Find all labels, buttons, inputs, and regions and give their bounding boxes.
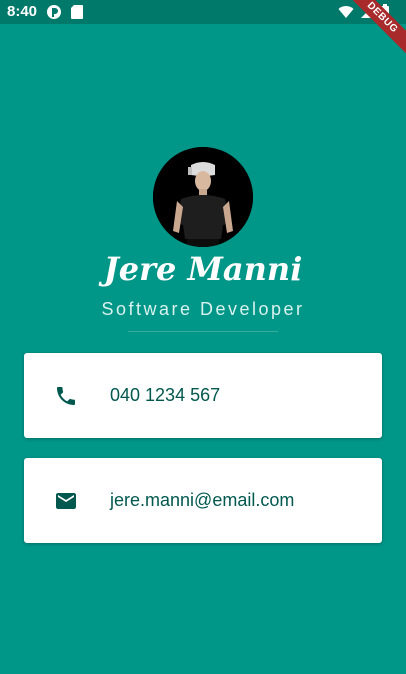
notification-app-icon	[46, 4, 62, 24]
phone-number: 040 1234 567	[110, 385, 221, 405]
avatar	[153, 147, 253, 247]
mail-icon	[54, 489, 78, 513]
profile-name: Jere Manni	[103, 250, 303, 288]
wifi-icon	[338, 4, 354, 24]
status-notification-icons	[46, 4, 84, 24]
email-card[interactable]: jere.manni@email.com	[24, 458, 382, 543]
divider	[128, 331, 278, 332]
status-bar: 8:40	[0, 0, 406, 24]
avatar-photo	[153, 147, 253, 247]
phone-card[interactable]: 040 1234 567	[24, 353, 382, 438]
phone-icon	[54, 384, 78, 408]
sd-card-icon	[70, 4, 84, 24]
email-address: jere.manni@email.com	[110, 490, 295, 510]
profile-title: Software Developer	[101, 299, 305, 319]
status-time: 8:40	[7, 3, 38, 20]
